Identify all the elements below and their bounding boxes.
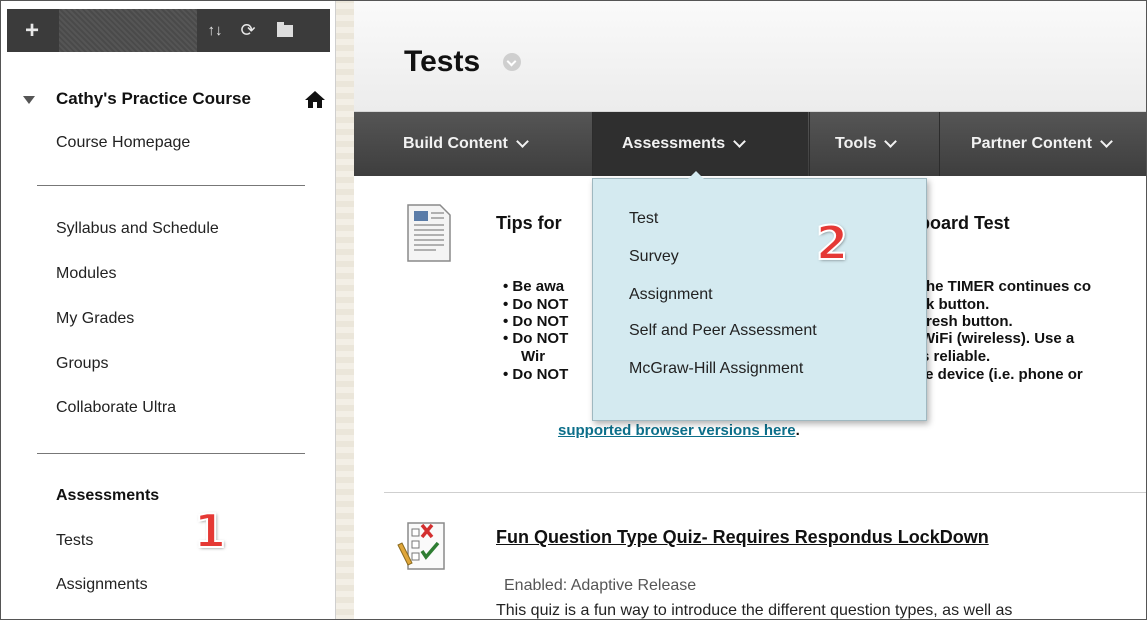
content-item-title[interactable]: Tips for — [496, 213, 562, 234]
app-frame: + ↑↓ ⟳ Cathy's Practice Course Course Ho… — [0, 0, 1147, 620]
supported-browsers-link[interactable]: supported browser versions here — [558, 422, 796, 439]
texture-strip — [336, 1, 354, 619]
main-content: Tests Build Content Assessments Tools Pa… — [354, 1, 1146, 619]
toolbar-search-area — [59, 9, 197, 52]
sidebar-section-assessments: Assessments — [56, 487, 160, 504]
tools-label: Tools — [835, 135, 877, 152]
list-item: • Do NOT — [503, 330, 569, 347]
menu-separator — [939, 112, 940, 176]
dropdown-item-self-peer-assessment[interactable]: Self and Peer Assessment — [629, 322, 817, 340]
sidebar-item-course-homepage[interactable]: Course Homepage — [56, 134, 190, 152]
sidebar-item-assignments[interactable]: Assignments — [56, 576, 148, 594]
chevron-down-icon — [884, 135, 898, 148]
page-title-bar: Tests — [354, 1, 1146, 112]
sidebar-item-tests[interactable]: Tests — [56, 532, 93, 550]
list-item-tail: le device (i.e. phone or — [921, 366, 1083, 383]
chevron-down-icon — [516, 135, 529, 148]
assessments-dropdown: Test Survey Assignment Self and Peer Ass… — [592, 178, 927, 421]
callout-number-1: 1 — [193, 503, 227, 559]
sidebar-item-modules[interactable]: Modules — [56, 265, 116, 283]
tools-menu[interactable]: Tools — [835, 112, 898, 176]
menu-separator — [809, 112, 810, 176]
dropdown-item-assignment[interactable]: Assignment — [629, 286, 713, 304]
quiz-title-link[interactable]: Fun Question Type Quiz- Requires Respond… — [496, 527, 989, 548]
course-sidebar: + ↑↓ ⟳ Cathy's Practice Course Course Ho… — [1, 1, 336, 619]
document-icon — [407, 204, 451, 262]
dropdown-item-mcgraw-hill-assignment[interactable]: McGraw-Hill Assignment — [629, 360, 803, 378]
dropdown-caret — [686, 171, 706, 181]
sidebar-item-my-grades[interactable]: My Grades — [56, 310, 134, 328]
sidebar-item-collaborate-ultra[interactable]: Collaborate Ultra — [56, 399, 176, 417]
list-item-tail: resh button. — [926, 313, 1013, 330]
list-item-tail: k button. — [926, 296, 990, 313]
assessments-menu[interactable]: Assessments — [622, 112, 747, 176]
list-item: • Do NOT — [503, 313, 569, 330]
title-options-chevron-icon[interactable] — [503, 53, 521, 71]
sidebar-item-groups[interactable]: Groups — [56, 355, 108, 373]
partner-content-label: Partner Content — [971, 135, 1092, 152]
folder-icon[interactable] — [269, 9, 301, 52]
dropdown-item-test[interactable]: Test — [629, 210, 658, 228]
assessments-label: Assessments — [622, 135, 726, 152]
list-item-tail: WiFi (wireless). Use a — [921, 330, 1075, 347]
partner-content-menu[interactable]: Partner Content — [971, 112, 1113, 176]
home-icon[interactable] — [304, 89, 326, 109]
list-item: Wir — [521, 348, 546, 365]
add-menu-item-button[interactable]: + — [7, 9, 57, 52]
content-item-title-end: board Test — [919, 213, 1010, 233]
sidebar-divider — [37, 185, 305, 186]
sort-icon[interactable]: ↑↓ — [199, 9, 231, 52]
page-title: Tests — [404, 45, 481, 78]
browser-versions-line: supported browser versions here. — [558, 422, 800, 439]
list-item-tail: s reliable. — [921, 348, 991, 365]
action-bar: Build Content Assessments Tools Partner … — [354, 112, 1146, 176]
list-item: • Be awa — [503, 278, 565, 295]
chevron-down-icon — [733, 135, 747, 148]
quiz-description: This quiz is a fun way to introduce the … — [496, 602, 1013, 619]
callout-number-2: 2 — [815, 215, 849, 271]
sidebar-divider — [37, 453, 305, 454]
menu-separator — [592, 112, 593, 176]
collapse-triangle-icon[interactable] — [23, 96, 35, 104]
chevron-down-icon — [1100, 135, 1113, 148]
build-content-label: Build Content — [403, 135, 508, 152]
content-divider — [384, 492, 1146, 493]
course-name[interactable]: Cathy's Practice Course — [56, 89, 251, 109]
list-item: • Do NOT — [503, 296, 569, 313]
list-item-tail: he TIMER continues co — [926, 278, 1092, 295]
list-item: • Do NOT — [503, 366, 569, 383]
build-content-menu[interactable]: Build Content — [403, 112, 529, 176]
sidebar-item-syllabus[interactable]: Syllabus and Schedule — [56, 220, 219, 238]
dropdown-item-survey[interactable]: Survey — [629, 248, 679, 266]
test-quiz-icon — [397, 522, 445, 570]
sidebar-toolbar: + ↑↓ ⟳ — [7, 9, 330, 52]
quiz-status: Enabled: Adaptive Release — [504, 577, 697, 594]
refresh-icon[interactable]: ⟳ — [232, 9, 264, 52]
